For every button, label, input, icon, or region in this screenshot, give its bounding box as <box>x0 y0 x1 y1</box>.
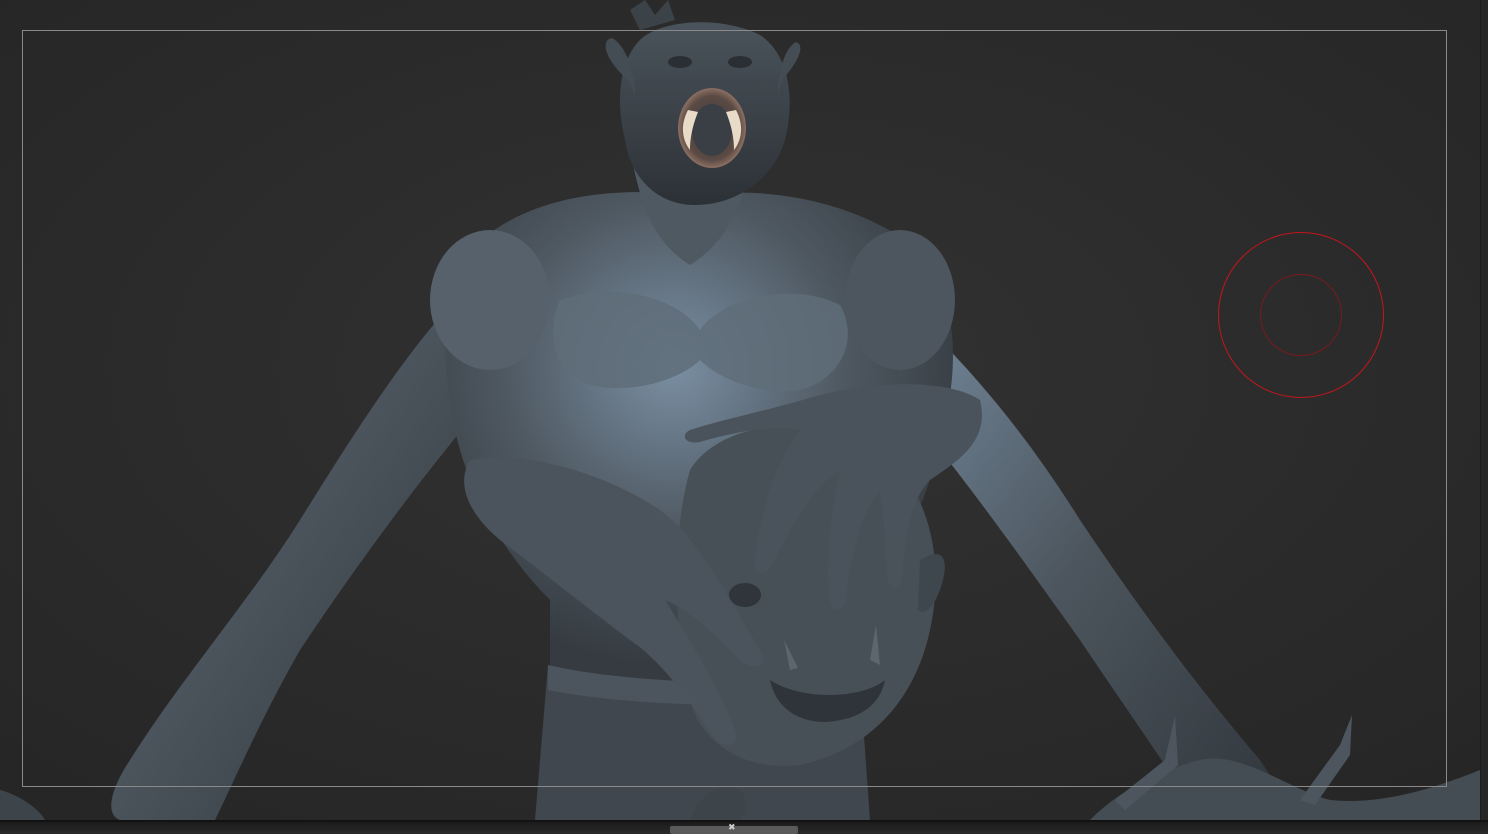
handle-mark-icon: ✖ <box>728 823 736 833</box>
bottom-tray-handle[interactable]: ✖ <box>670 823 798 834</box>
right-scrollbar[interactable] <box>1480 0 1488 820</box>
mouth-cavity <box>692 104 732 156</box>
held-head-eye <box>729 583 761 607</box>
right-eye <box>728 56 752 68</box>
sculpt-model[interactable] <box>0 0 1488 820</box>
brush-cursor-outer <box>1218 232 1384 398</box>
3d-viewport-canvas[interactable] <box>0 0 1488 820</box>
left-eye <box>668 56 692 68</box>
left-shoulder <box>430 230 550 370</box>
brush-cursor-inner <box>1260 274 1342 356</box>
bottom-tray-bar: ✖ <box>0 820 1488 834</box>
right-shoulder <box>845 230 955 370</box>
